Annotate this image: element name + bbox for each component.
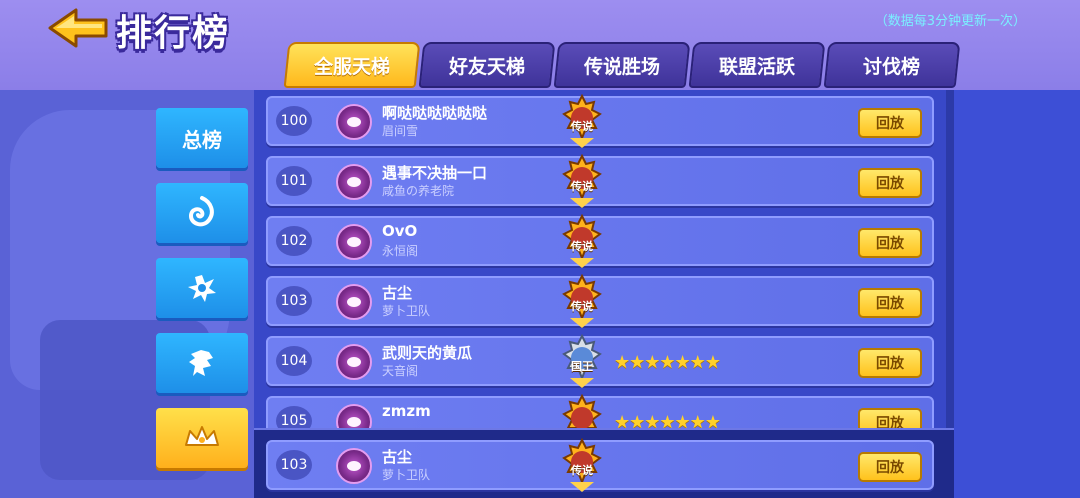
player-name: zmzm bbox=[382, 402, 431, 420]
rank-number: 104 bbox=[276, 346, 312, 376]
tab-alliance-active[interactable]: 联盟活跃 bbox=[688, 42, 826, 88]
swirl-emblem-icon bbox=[188, 196, 214, 227]
side-item-crown[interactable] bbox=[156, 408, 248, 468]
list-scrollbar[interactable] bbox=[946, 90, 954, 435]
guild-emblem-icon bbox=[336, 284, 372, 320]
refresh-note: （数据每3分钟更新一次） bbox=[874, 14, 1026, 29]
side-item-overall[interactable]: 总榜 bbox=[156, 108, 248, 168]
rank-badge-label: 传说 bbox=[571, 240, 593, 253]
replay-button[interactable]: 回放 bbox=[858, 348, 922, 378]
side-item-claw[interactable] bbox=[156, 258, 248, 318]
replay-button[interactable]: 回放 bbox=[858, 288, 922, 318]
rank-number: 103 bbox=[276, 450, 312, 480]
tab-server-ladder[interactable]: 全服天梯 bbox=[283, 42, 421, 88]
tab-crusade[interactable]: 讨伐榜 bbox=[823, 42, 961, 88]
guild-emblem-icon bbox=[336, 104, 372, 140]
guild-emblem-icon bbox=[336, 224, 372, 260]
table-row: 102 OvO 永恒阁 传说 回放 bbox=[266, 214, 934, 268]
player-name: OvO bbox=[382, 222, 418, 240]
replay-button[interactable]: 回放 bbox=[858, 168, 922, 198]
player-name: 古尘 bbox=[382, 284, 413, 302]
table-row: 101 遇事不决抽一口 咸鱼の养老院 传说 回放 bbox=[266, 154, 934, 208]
guild-emblem-icon bbox=[336, 448, 372, 484]
tab-friend-ladder[interactable]: 好友天梯 bbox=[418, 42, 556, 88]
dragon-emblem-icon bbox=[189, 350, 213, 376]
side-item-label: 总榜 bbox=[182, 127, 222, 152]
claw-emblem-icon bbox=[188, 275, 216, 302]
replay-button[interactable]: 回放 bbox=[858, 452, 922, 482]
player-name: 古尘 bbox=[382, 448, 413, 466]
rank-number: 100 bbox=[276, 106, 312, 136]
replay-button[interactable]: 回放 bbox=[858, 108, 922, 138]
tab-legend-wins[interactable]: 传说胜场 bbox=[553, 42, 691, 88]
player-name: 遇事不决抽一口 bbox=[382, 164, 488, 182]
guild-name: 萝卜卫队 bbox=[382, 304, 431, 318]
ranking-list[interactable]: 100 啊哒哒哒哒哒哒 眉间雪 传说 回放 101 遇事不决抽一口 咸鱼の养老院… bbox=[254, 90, 954, 435]
guild-name: 永恒阁 bbox=[382, 244, 419, 258]
table-row: 104 武则天的黄瓜 天音阁 国王 ★★★★★★★ 回放 bbox=[266, 334, 934, 388]
guild-emblem-icon bbox=[336, 164, 372, 200]
star-rating: ★★★★★★★ bbox=[614, 352, 721, 373]
self-rank-panel: 103 古尘 萝卜卫队 传说 回放 bbox=[254, 428, 954, 498]
guild-name: 天音阁 bbox=[382, 364, 419, 378]
top-header: 排行榜 （数据每3分钟更新一次） 全服天梯 好友天梯 传说胜场 联盟活跃 讨伐榜 bbox=[0, 0, 1080, 90]
crown-emblem-icon bbox=[185, 426, 219, 446]
rank-badge-label: 国王 bbox=[571, 360, 593, 373]
guild-emblem-icon bbox=[336, 344, 372, 380]
tab-bar: 全服天梯 好友天梯 传说胜场 联盟活跃 讨伐榜 bbox=[283, 42, 961, 88]
side-item-dragon[interactable] bbox=[156, 333, 248, 393]
table-row: 100 啊哒哒哒哒哒哒 眉间雪 传说 回放 bbox=[266, 94, 934, 148]
page-title: 排行榜 bbox=[116, 13, 231, 54]
rank-badge-label: 传说 bbox=[571, 180, 593, 193]
back-arrow-icon[interactable] bbox=[46, 6, 112, 50]
rank-number: 103 bbox=[276, 286, 312, 316]
player-name: 啊哒哒哒哒哒哒 bbox=[382, 104, 488, 122]
self-rank-row: 103 古尘 萝卜卫队 传说 回放 bbox=[266, 438, 934, 492]
rank-number: 102 bbox=[276, 226, 312, 256]
guild-name: 眉间雪 bbox=[382, 124, 419, 138]
player-name: 武则天的黄瓜 bbox=[382, 344, 473, 362]
guild-name: 咸鱼の养老院 bbox=[382, 184, 455, 198]
side-nav: 总榜 bbox=[156, 108, 248, 483]
table-row: 103 古尘 萝卜卫队 传说 回放 bbox=[266, 274, 934, 328]
side-item-swirl[interactable] bbox=[156, 183, 248, 243]
rank-number: 101 bbox=[276, 166, 312, 196]
rank-badge-label: 传说 bbox=[571, 464, 593, 477]
rank-badge-label: 传说 bbox=[571, 120, 593, 133]
replay-button[interactable]: 回放 bbox=[858, 228, 922, 258]
guild-name: 萝卜卫队 bbox=[382, 468, 431, 482]
rank-badge-label: 传说 bbox=[571, 300, 593, 313]
